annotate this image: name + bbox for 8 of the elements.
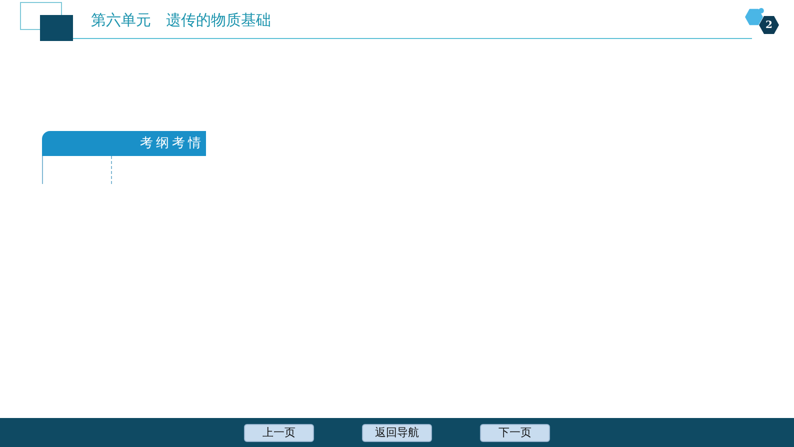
squares-logo-icon bbox=[20, 2, 74, 42]
page-number: 2 bbox=[759, 16, 779, 34]
card-header: 考纲考情 bbox=[42, 131, 206, 156]
hexagon-icon bbox=[744, 8, 764, 26]
nav-button[interactable]: 上一页 bbox=[244, 424, 314, 442]
nav-button[interactable]: 下一页 bbox=[480, 424, 550, 442]
unit-title: 第六单元 遗传的物质基础 bbox=[91, 10, 271, 30]
nav-button[interactable]: 返回导航 bbox=[362, 424, 432, 442]
